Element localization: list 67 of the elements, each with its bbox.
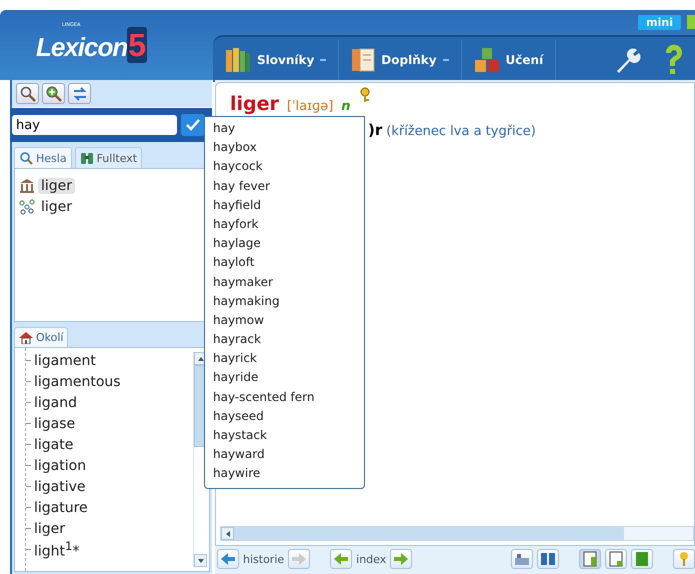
suggestion-item[interactable]: haymow [205,310,364,330]
suggestion-item[interactable]: hayloft [205,253,364,272]
part-of-speech: n [341,99,351,114]
help-icon[interactable] [663,44,685,76]
index-label: index [356,552,386,566]
word-item[interactable]: ligature [34,500,88,516]
word-item[interactable]: ligament [34,352,96,368]
books-icon [225,48,251,72]
next-button[interactable] [390,549,412,569]
house-icon [19,331,33,344]
menu-tab[interactable]: Učení [462,40,556,80]
horizontal-scrollbar[interactable] [220,526,694,541]
search-field[interactable]: hay [12,115,177,135]
network-icon [19,198,35,214]
pronunciation: [ˈlaɪɡə] [286,99,334,114]
word-item[interactable]: liger [34,520,66,536]
suggestion-item[interactable]: hayride [205,368,364,388]
swap-icon[interactable] [68,83,91,104]
previous-button[interactable] [330,549,352,569]
search-tab[interactable]: Hesla [14,147,72,168]
word-item[interactable]: ligase [34,416,76,432]
suggestion-item[interactable]: haylage [205,234,364,254]
suggestion-item[interactable]: hayward [205,445,364,464]
check-icon [186,119,200,131]
scroll-down-icon[interactable] [198,558,204,562]
suggestion-item[interactable]: haybox [205,138,364,158]
suggestion-item[interactable]: hayfield [205,196,364,215]
sense-note: (kříženec lva a tygřice) [386,124,536,139]
suggestion-item[interactable]: haymaker [205,272,364,292]
suggestion-item[interactable]: hayrick [205,349,364,368]
magnifier-icon [19,151,33,165]
suggestion-item[interactable]: hay-scented fern [205,388,364,407]
zoom-in-icon[interactable] [42,83,65,104]
sense-fragment: )r [368,121,382,139]
confirm-button[interactable] [181,114,205,136]
suggestion-item[interactable]: hay [205,119,364,138]
search-tab[interactable]: Fulltext [74,147,142,168]
suggestion-item[interactable]: hayseed [205,406,364,426]
scroll-up-icon[interactable] [198,356,204,360]
result-item[interactable]: liger [38,198,76,214]
book-icon [351,48,376,72]
suggestion-item[interactable]: hayrack [205,330,364,350]
result-item[interactable]: liger [38,178,76,194]
history-label: historie [243,552,284,566]
suggestion-item[interactable]: haymaking [205,292,364,311]
suggestion-item[interactable]: hayfork [205,214,364,234]
nearby-tab[interactable]: Okolí [14,327,68,347]
word-item[interactable]: ligation [34,458,86,474]
suggestion-item[interactable]: haywire [205,464,364,484]
suggestion-item[interactable]: haystack [205,426,364,446]
back-button[interactable] [217,549,239,569]
building-icon [19,178,35,194]
page-icon[interactable] [605,549,627,569]
headword: liger [230,93,279,115]
word-item[interactable]: ligamentous [34,374,121,390]
word-item[interactable]: ligate [34,436,74,452]
closed-book-icon[interactable] [631,549,653,569]
search-icon[interactable] [16,83,39,104]
scroll-left-icon[interactable] [226,530,230,536]
notebook-icon[interactable] [579,549,601,569]
suggestion-item[interactable]: hay fever [205,176,364,196]
menu-tab[interactable]: Doplňky [339,40,462,80]
word-item[interactable]: ligative [34,478,86,494]
word-item[interactable]: ligand [34,394,78,410]
word-item[interactable]: light$^{1}$* [34,539,80,560]
suggestion-item[interactable]: haycock [205,157,364,177]
blocks-icon [474,48,500,72]
